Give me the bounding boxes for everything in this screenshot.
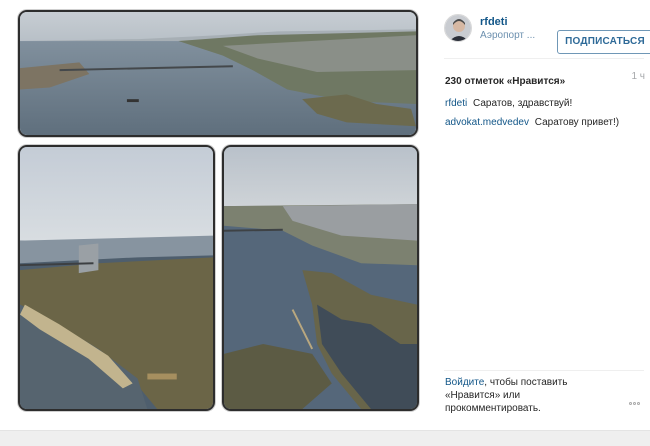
post-media-collage — [0, 0, 436, 430]
login-link[interactable]: Войдите — [445, 377, 484, 388]
post-header: rfdeti Аэропорт ... ПОДПИСАТЬСЯ — [444, 14, 650, 54]
comments-list: rfdeti Саратов, здравствуй! advokat.medv… — [445, 97, 645, 135]
avatar[interactable] — [444, 14, 472, 42]
likes-count[interactable]: 230 отметок «Нравится» — [445, 76, 565, 87]
follow-button[interactable]: ПОДПИСАТЬСЯ — [557, 30, 650, 54]
comment-text: Саратов, здравствуй! — [473, 98, 573, 109]
comment-item: advokat.medvedev Саратову привет!) — [445, 116, 645, 130]
post-time[interactable]: 1 ч — [631, 71, 645, 82]
page-footer-strip — [0, 430, 650, 446]
divider — [444, 370, 644, 371]
more-options-icon[interactable] — [629, 392, 645, 405]
login-prompt: Войдите, чтобы поставить «Нравится» или … — [445, 376, 615, 415]
photo-aerial-right[interactable] — [222, 145, 419, 411]
post-location[interactable]: Аэропорт ... — [480, 30, 535, 41]
post-sidebar: rfdeti Аэропорт ... ПОДПИСАТЬСЯ 230 отме… — [436, 0, 650, 430]
photo-aerial-left[interactable] — [18, 145, 215, 411]
photo-aerial-panorama[interactable] — [18, 10, 418, 137]
comment-item: rfdeti Саратов, здравствуй! — [445, 97, 645, 111]
comment-text: Саратову привет!) — [534, 117, 620, 128]
login-prompt-text: прокомментировать. — [445, 403, 541, 414]
comment-author[interactable]: advokat.medvedev — [445, 117, 529, 128]
likes-row: 230 отметок «Нравится» 1 ч — [445, 71, 645, 87]
divider — [444, 58, 644, 59]
instagram-post: rfdeti Аэропорт ... ПОДПИСАТЬСЯ 230 отме… — [0, 0, 650, 430]
post-username[interactable]: rfdeti — [480, 16, 508, 28]
login-prompt-text: , чтобы поставить — [484, 377, 568, 388]
comment-author[interactable]: rfdeti — [445, 98, 467, 109]
login-prompt-text: «Нравится» или — [445, 390, 521, 401]
